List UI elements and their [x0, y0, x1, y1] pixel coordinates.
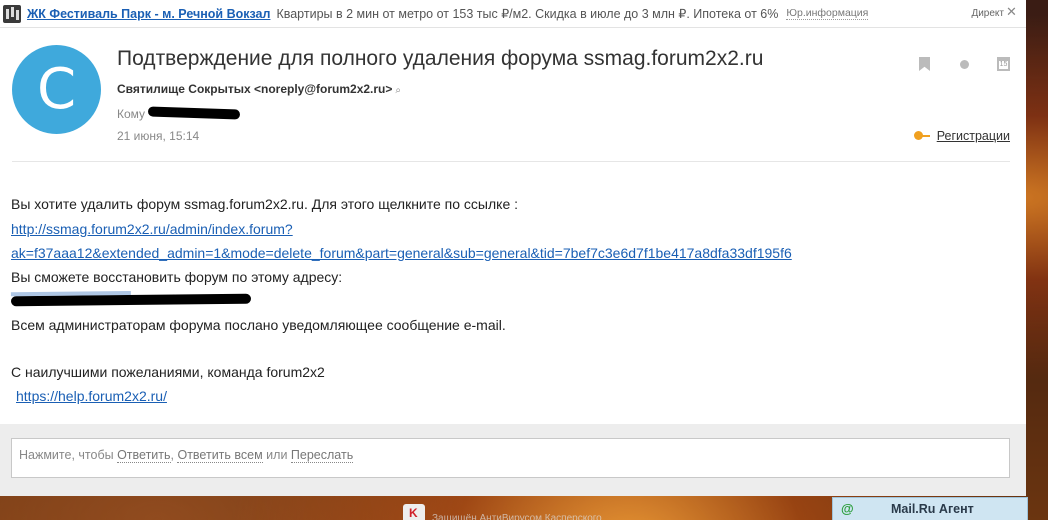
- ad-direct-label[interactable]: Директ: [971, 8, 1004, 19]
- antivirus-badge[interactable]: Защищён АнтиВирусом Касперского: [403, 504, 602, 520]
- reply-or: или: [266, 448, 288, 462]
- ad-logo-icon: [3, 4, 21, 23]
- mailru-agent-tab[interactable]: @ Mail.Ru Агент: [832, 497, 1028, 520]
- bookmark-icon[interactable]: [919, 57, 930, 71]
- ad-banner[interactable]: ЖК Фестиваль Парк - м. Речной Вокзал Ква…: [0, 0, 1026, 28]
- agent-title: Mail.Ru Агент: [891, 502, 974, 516]
- search-icon[interactable]: ⌕: [395, 85, 401, 96]
- help-link[interactable]: https://help.forum2x2.ru/: [16, 388, 167, 404]
- ad-text: Квартиры в 2 мин от метро от 153 тыс ₽/м…: [276, 7, 779, 21]
- reply-link[interactable]: Ответить: [117, 448, 171, 463]
- body-line: Вы сможете восстановить форум по этому а…: [11, 269, 343, 285]
- key-icon: [913, 131, 930, 141]
- delete-link-part1[interactable]: http://ssmag.forum2x2.ru/admin/index.for…: [11, 221, 293, 237]
- calendar-icon[interactable]: 15: [997, 57, 1010, 71]
- avatar: С: [12, 45, 101, 134]
- letter-actions: 15: [919, 57, 1010, 71]
- read-status-icon[interactable]: [960, 59, 969, 69]
- forward-link[interactable]: Переслать: [290, 448, 354, 463]
- antivirus-text: Защищён АнтиВирусом Касперского: [432, 513, 602, 520]
- reply-separator: ,: [170, 448, 174, 462]
- quick-reply-field[interactable]: Нажмите, чтобы Ответить, Ответить всем и…: [11, 438, 1010, 478]
- letter-from[interactable]: Святилище Сокрытых <noreply@forum2x2.ru>…: [117, 82, 401, 96]
- sender-name[interactable]: Святилище Сокрытых <noreply@forum2x2.ru>: [117, 82, 392, 96]
- divider: [12, 161, 1010, 162]
- letter-view: С Подтверждение для полного удаления фор…: [0, 28, 1026, 424]
- signature: С наилучшими пожеланиями, команда forum2…: [11, 364, 325, 380]
- body-line: Вы хотите удалить форум ssmag.forum2x2.r…: [11, 196, 519, 212]
- agent-icon: @: [841, 501, 854, 516]
- redaction-mark: [147, 106, 241, 120]
- body-line: Всем администраторам форума послано увед…: [11, 317, 506, 333]
- registrations-link[interactable]: Регистрации: [937, 129, 1010, 143]
- quick-reply-area: Нажмите, чтобы Ответить, Ответить всем и…: [0, 424, 1026, 496]
- letter-date: 21 июня, 15:14: [117, 129, 200, 143]
- ad-info-link[interactable]: Юр.информация: [786, 7, 869, 20]
- category-registrations[interactable]: Регистрации: [913, 129, 1010, 143]
- reply-prompt: Нажмите, чтобы: [19, 448, 114, 462]
- to-label: Кому: [117, 107, 146, 121]
- ad-title-link[interactable]: ЖК Фестиваль Парк - м. Речной Вокзал: [27, 7, 270, 21]
- kaspersky-icon: [403, 504, 425, 520]
- close-icon[interactable]: ✕: [1006, 5, 1018, 18]
- reply-all-link[interactable]: Ответить всем: [177, 448, 263, 463]
- redaction-mark: [10, 293, 252, 307]
- delete-link-part2[interactable]: ak=f37aaa12&extended_admin=1&mode=delete…: [11, 245, 792, 261]
- letter-subject: Подтверждение для полного удаления форум…: [117, 47, 764, 70]
